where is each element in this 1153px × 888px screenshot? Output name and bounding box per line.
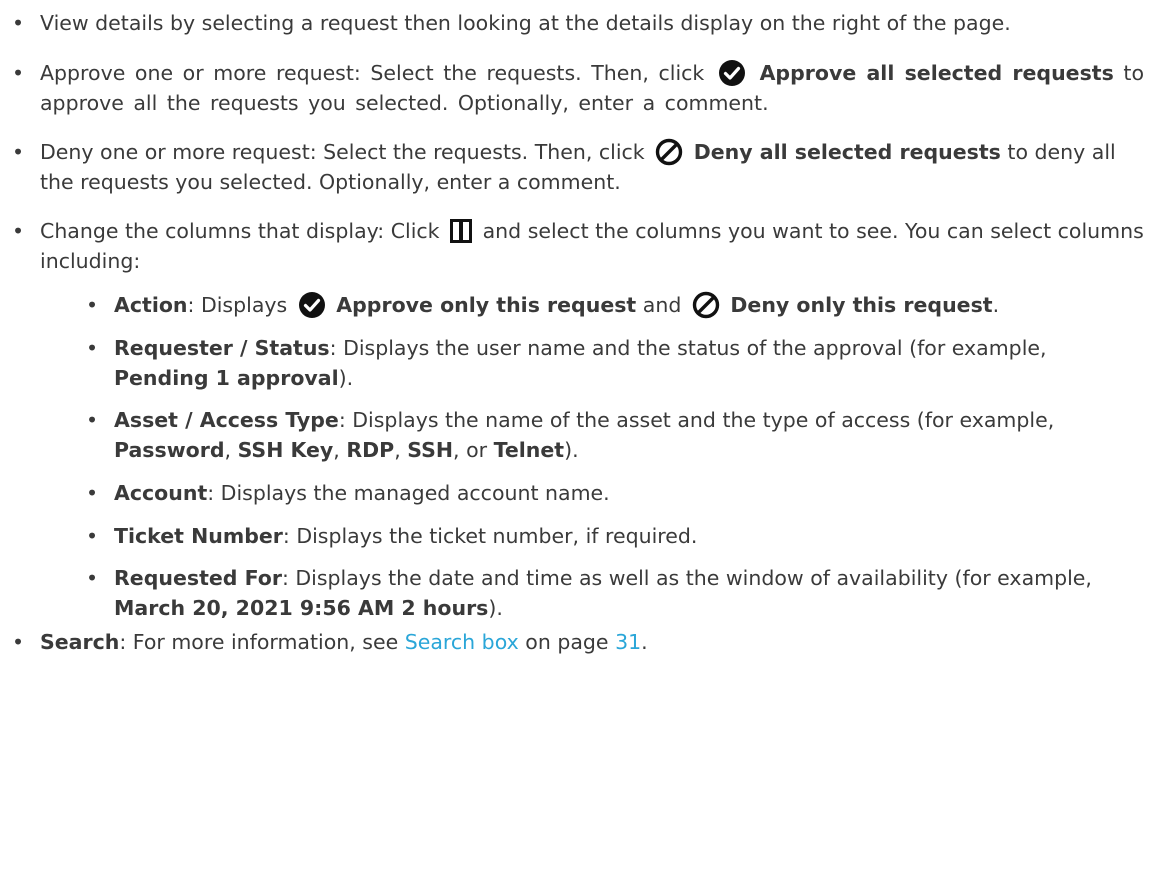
- separator: ,: [394, 438, 401, 462]
- sub-item-requested-for: • Requested For: Displays the date and t…: [86, 563, 1144, 623]
- bullet: •: [86, 524, 99, 548]
- bullet: •: [12, 61, 25, 85]
- ticket-number-text: : Displays the ticket number, if require…: [282, 524, 698, 548]
- access-type-ssh-key: SSH Key: [237, 438, 334, 462]
- sub-item-requester-status: • Requester / Status: Displays the user …: [86, 333, 1144, 393]
- asset-access-type-label: Asset / Access Type: [114, 408, 339, 432]
- action-label: Action: [114, 293, 188, 317]
- asset-text-1: : Displays the name of the asset and the…: [338, 408, 1055, 432]
- list-item-view-details: • View details by selecting a request th…: [12, 8, 1144, 38]
- pending-approval-example: Pending 1 approval: [114, 366, 339, 390]
- list-item-search: • Search: For more information, see Sear…: [12, 627, 1144, 657]
- sub-item-action: • Action: Displays Approve only this req…: [86, 290, 1144, 320]
- bullet-list: • View details by selecting a request th…: [12, 8, 1144, 657]
- bullet: •: [12, 140, 25, 164]
- check-circle-icon: [718, 59, 746, 87]
- requester-text-1: : Displays the user name and the status …: [329, 336, 1047, 360]
- asset-end-text: ).: [564, 438, 579, 462]
- requested-for-text-1: : Displays the date and time as well as …: [281, 566, 1092, 590]
- bullet: •: [12, 11, 25, 35]
- list-item-columns: • Change the columns that display: Click…: [12, 216, 1144, 623]
- separator: ,: [333, 438, 340, 462]
- search-text-2: on page: [525, 630, 609, 654]
- or-text: or: [466, 438, 488, 462]
- deny-all-selected-label: Deny all selected requests: [693, 140, 1001, 164]
- access-type-ssh: SSH: [407, 438, 454, 462]
- document-body: • View details by selecting a request th…: [12, 8, 1144, 657]
- search-text-1: : For more information, see: [119, 630, 399, 654]
- page-number-link[interactable]: 31: [615, 630, 641, 654]
- search-box-link[interactable]: Search box: [405, 630, 519, 654]
- bullet: •: [86, 336, 99, 360]
- columns-lead-text: Change the columns that display: Click: [40, 219, 440, 243]
- separator: ,: [453, 438, 460, 462]
- bullet: •: [86, 293, 99, 317]
- account-label: Account: [114, 481, 208, 505]
- approve-lead-text: Approve one or more request: Select the …: [40, 61, 705, 85]
- action-text-2: and: [642, 293, 682, 317]
- access-type-rdp: RDP: [346, 438, 395, 462]
- access-type-password: Password: [114, 438, 225, 462]
- search-text-3: .: [641, 630, 648, 654]
- requested-for-text-2: ).: [488, 596, 503, 620]
- columns-sub-list: • Action: Displays Approve only this req…: [86, 290, 1144, 623]
- approve-all-selected-label: Approve all selected requests: [759, 61, 1114, 85]
- bullet: •: [86, 566, 99, 590]
- deny-lead-text: Deny one or more request: Select the req…: [40, 140, 645, 164]
- approve-only-this-label: Approve only this request: [336, 293, 637, 317]
- list-item-approve: • Approve one or more request: Select th…: [12, 58, 1144, 118]
- bullet: •: [86, 481, 99, 505]
- bullet: •: [86, 408, 99, 432]
- ticket-number-label: Ticket Number: [114, 524, 283, 548]
- sub-item-asset-access-type: • Asset / Access Type: Displays the name…: [86, 405, 1144, 465]
- access-type-telnet: Telnet: [493, 438, 565, 462]
- action-text-3: .: [992, 293, 1000, 317]
- sub-item-account: • Account: Displays the managed account …: [86, 478, 1144, 508]
- deny-circle-icon: [655, 138, 683, 166]
- columns-icon: [450, 219, 473, 243]
- search-label: Search: [40, 630, 120, 654]
- bullet: •: [12, 219, 25, 243]
- check-circle-icon: [298, 291, 326, 319]
- action-text-1: : Displays: [187, 293, 288, 317]
- requester-status-label: Requester / Status: [114, 336, 330, 360]
- account-text: : Displays the managed account name.: [207, 481, 610, 505]
- requester-text-2: ).: [338, 366, 354, 390]
- deny-circle-icon: [692, 291, 720, 319]
- bullet: •: [12, 630, 25, 654]
- requested-for-label: Requested For: [114, 566, 282, 590]
- requested-for-example: March 20, 2021 9:56 AM 2 hours: [114, 596, 489, 620]
- deny-only-this-label: Deny only this request: [730, 293, 993, 317]
- separator: ,: [224, 438, 232, 462]
- view-details-text: View details by selecting a request then…: [40, 11, 1011, 35]
- sub-item-ticket-number: • Ticket Number: Displays the ticket num…: [86, 521, 1144, 551]
- list-item-deny: • Deny one or more request: Select the r…: [12, 137, 1144, 197]
